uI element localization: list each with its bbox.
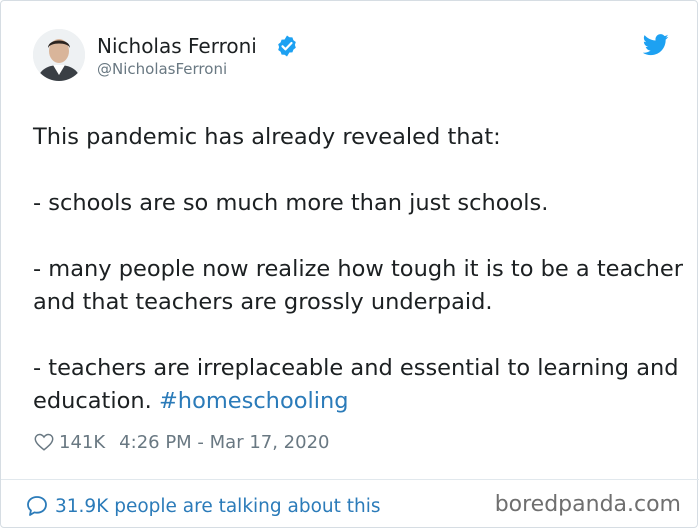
- divider: [1, 479, 699, 480]
- talking-about-link[interactable]: 31.9K people are talking about this: [25, 491, 381, 521]
- tweet-bullet-1: - schools are so much more than just sch…: [33, 190, 549, 216]
- talking-about-text[interactable]: 31.9K people are talking about this: [55, 496, 381, 517]
- hashtag-link[interactable]: #homeschooling: [159, 388, 349, 414]
- tweet-bullet-2: - many people now realize how tough it i…: [33, 256, 684, 315]
- author-name[interactable]: Nicholas Ferroni: [97, 34, 257, 58]
- avatar[interactable]: [33, 29, 85, 81]
- tweet-bullet-3: - teachers are irreplaceable and essenti…: [33, 352, 683, 418]
- watermark: boredpanda.com: [494, 492, 681, 517]
- tweet-card: Nicholas Ferroni @NicholasFerroni This p…: [0, 0, 699, 528]
- tweet-line-intro: This pandemic has already revealed that:: [33, 124, 501, 150]
- tweet-text: This pandemic has already revealed that:…: [33, 121, 683, 418]
- tweet-meta: 141K 4:26 PM - Mar 17, 2020: [33, 429, 329, 455]
- twitter-bird-icon[interactable]: [643, 34, 669, 56]
- author-handle[interactable]: @NicholasFerroni: [97, 60, 227, 78]
- heart-icon[interactable]: [33, 431, 55, 453]
- speech-bubble-icon: [27, 496, 47, 516]
- tweet-bullet-3-text: - teachers are irreplaceable and essenti…: [33, 355, 679, 414]
- like-count[interactable]: 141K: [59, 432, 105, 453]
- tweet-timestamp[interactable]: 4:26 PM - Mar 17, 2020: [119, 432, 329, 453]
- verified-badge-icon: [278, 35, 296, 57]
